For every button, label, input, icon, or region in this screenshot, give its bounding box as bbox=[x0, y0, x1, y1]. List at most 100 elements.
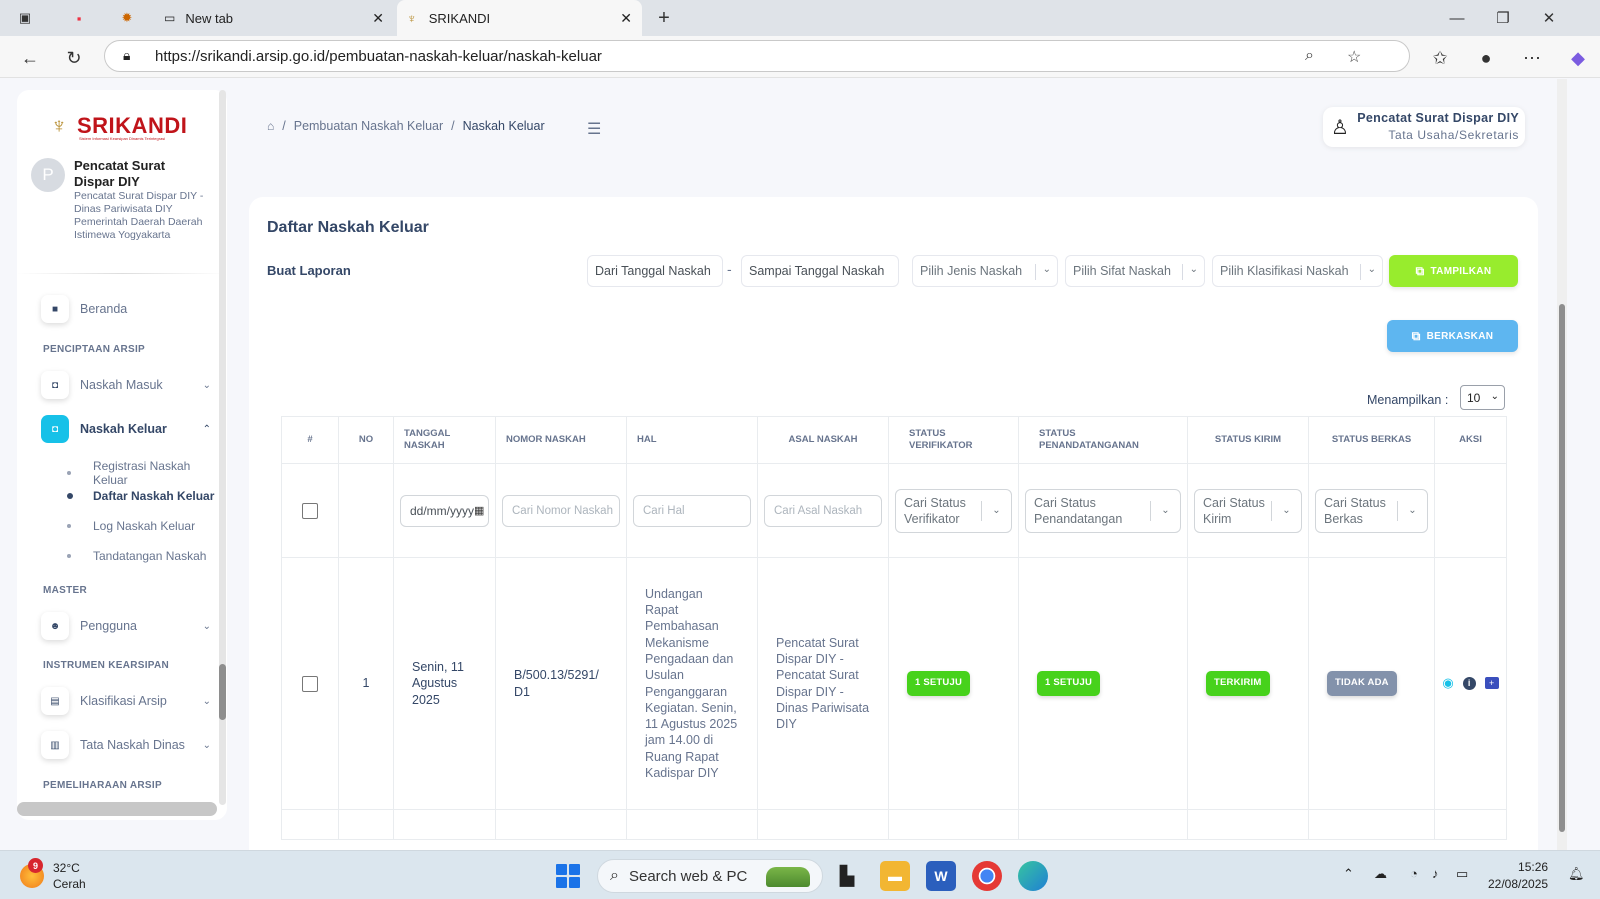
weather-condition: Cerah bbox=[53, 877, 86, 891]
nomor-filter-input[interactable]: Cari Nomor Naskah bbox=[502, 494, 620, 527]
select-all-checkbox[interactable] bbox=[302, 502, 318, 519]
col-header[interactable]: STATUS VERIFIKATOR bbox=[888, 416, 1019, 464]
restore-icon[interactable]: ❐ bbox=[1480, 0, 1526, 36]
sidebar-item-pengguna[interactable]: ☻ Pengguna ⌄ bbox=[41, 610, 221, 642]
from-date-input[interactable]: Dari Tanggal Naskah bbox=[587, 255, 723, 287]
copilot-icon[interactable]: ◆ bbox=[1564, 44, 1592, 72]
show-hidden-icons-icon[interactable]: ⌃ bbox=[1343, 866, 1354, 882]
user-name: Pencatat Surat Dispar DIY bbox=[1357, 111, 1519, 125]
profile-icon[interactable]: ● bbox=[1472, 44, 1500, 72]
onedrive-icon[interactable]: ☁ bbox=[1374, 866, 1387, 882]
kirim-filter-select[interactable]: Cari Status Kirim ⌄ bbox=[1194, 488, 1302, 533]
sidebar-scrollbar-thumb[interactable] bbox=[219, 664, 226, 720]
tab-new-tab[interactable]: ▭ New tab ✕ bbox=[154, 0, 394, 36]
col-header[interactable]: HAL bbox=[626, 416, 758, 464]
jenis-naskah-select[interactable]: Pilih Jenis Naskah ⌄ bbox=[912, 255, 1058, 287]
hamburger-menu-icon[interactable]: ☰ bbox=[587, 119, 601, 139]
outbox-icon: ◘ bbox=[41, 415, 69, 443]
zoom-icon[interactable]: ⌕ bbox=[1305, 47, 1314, 65]
word-icon[interactable]: W bbox=[926, 861, 956, 891]
tampilkan-button[interactable]: ⧉ TAMPILKAN bbox=[1389, 255, 1518, 287]
tanggal-filter-input[interactable]: dd/mm/yyyy ▦ bbox=[400, 494, 489, 527]
volume-icon[interactable]: ♪ bbox=[1432, 866, 1439, 881]
info-icon[interactable]: i bbox=[1462, 676, 1476, 690]
verifikator-filter-select[interactable]: Cari Status Verifikator ⌄ bbox=[895, 488, 1012, 533]
naskah-table: # NO TANGGAL NASKAH NOMOR NASKAH HAL ASA… bbox=[281, 416, 1507, 840]
col-header[interactable]: NOMOR NASKAH bbox=[495, 416, 627, 464]
page-scrollbar-thumb[interactable] bbox=[1559, 304, 1565, 832]
battery-icon[interactable]: ▭ bbox=[1456, 866, 1468, 882]
user-profile-box[interactable]: ♙ Pencatat Surat Dispar DIY Tata Usaha/S… bbox=[1323, 107, 1525, 147]
pinned-tab-icon[interactable]: ✹ bbox=[114, 4, 140, 32]
lock-icon: 🔒︎ bbox=[123, 47, 131, 63]
chevron-down-icon: ⌄ bbox=[1490, 391, 1499, 402]
page-scrollbar[interactable] bbox=[1557, 79, 1567, 850]
sidebar-horizontal-scrollbar[interactable] bbox=[17, 802, 217, 816]
breadcrumb-parent[interactable]: Pembuatan Naskah Keluar bbox=[294, 119, 443, 133]
notification-bell-icon[interactable]: 🔔︎ bbox=[1568, 866, 1585, 882]
sidebar-sub-registrasi[interactable]: Registrasi Naskah Keluar bbox=[67, 459, 227, 487]
sidebar-item-beranda[interactable]: ■ Beranda bbox=[41, 293, 221, 325]
chevron-down-icon: ⌄ bbox=[1359, 264, 1376, 280]
home-icon[interactable]: ⌂ bbox=[267, 119, 274, 133]
close-tab-icon[interactable]: ✕ bbox=[372, 10, 384, 27]
to-date-input[interactable]: Sampai Tanggal Naskah bbox=[741, 255, 899, 287]
chrome-icon[interactable] bbox=[972, 861, 1002, 891]
chevron-down-icon: ⌄ bbox=[981, 500, 1011, 521]
favorites-icon[interactable]: ✩ bbox=[1426, 44, 1454, 72]
add-folder-icon[interactable]: + bbox=[1484, 677, 1499, 690]
garuda-emblem-icon: ♆ bbox=[50, 113, 68, 138]
sifat-naskah-select[interactable]: Pilih Sifat Naskah ⌄ bbox=[1065, 255, 1205, 287]
calendar-icon[interactable]: ▦ bbox=[474, 504, 484, 517]
system-clock[interactable]: 15:26 22/08/2025 bbox=[1488, 859, 1548, 893]
sidebar-sub-log[interactable]: Log Naskah Keluar bbox=[67, 519, 195, 533]
sidebar-toggle-icon[interactable]: ▣ bbox=[12, 4, 38, 32]
users-icon: ☻ bbox=[41, 612, 69, 640]
pinned-tab-icon[interactable]: ▪ bbox=[66, 4, 92, 32]
reload-icon[interactable]: ↻ bbox=[60, 44, 88, 72]
tab-srikandi[interactable]: ♆ SRIKANDI ✕ bbox=[397, 0, 642, 36]
chevron-down-icon: ⌄ bbox=[202, 695, 211, 707]
sidebar-sub-daftar-naskah-keluar[interactable]: Daftar Naskah Keluar bbox=[67, 489, 214, 503]
wifi-icon[interactable]: ◔ bbox=[1410, 866, 1418, 881]
chevron-down-icon: ⌄ bbox=[1397, 500, 1427, 521]
col-header[interactable]: STATUS KIRIM bbox=[1187, 416, 1309, 464]
sidebar-item-tata-naskah-dinas[interactable]: ▥ Tata Naskah Dinas ⌄ bbox=[41, 729, 221, 761]
more-menu-icon[interactable]: ⋯ bbox=[1518, 44, 1546, 72]
sidebar-item-naskah-keluar[interactable]: ◘ Naskah Keluar ⌃ bbox=[41, 413, 221, 445]
sidebar-item-naskah-masuk[interactable]: ◘ Naskah Masuk ⌄ bbox=[41, 369, 221, 401]
close-tab-icon[interactable]: ✕ bbox=[620, 10, 632, 27]
back-arrow-icon[interactable]: ← bbox=[16, 44, 44, 72]
sun-icon: 9 bbox=[20, 858, 44, 888]
asal-filter-input[interactable]: Cari Asal Naskah bbox=[764, 494, 882, 527]
col-header[interactable]: TANGGAL NASKAH bbox=[393, 416, 496, 464]
favorite-star-icon[interactable]: ☆ bbox=[1347, 47, 1361, 67]
status-badge: TERKIRIM bbox=[1206, 671, 1270, 696]
status-badge: 1 SETUJU bbox=[1037, 671, 1101, 696]
weather-widget[interactable]: 9 32°C Cerah bbox=[20, 858, 86, 892]
edge-icon[interactable] bbox=[1018, 861, 1048, 891]
sidebar-item-klasifikasi-arsip[interactable]: ▤ Klasifikasi Arsip ⌄ bbox=[41, 685, 221, 717]
col-header[interactable]: STATUS PENANDATANGANAN bbox=[1018, 416, 1188, 464]
window-close-icon[interactable]: ✕ bbox=[1526, 0, 1572, 36]
task-view-icon[interactable]: ▙ bbox=[832, 861, 862, 891]
taskbar-search[interactable]: ⌕ Search web & PC bbox=[597, 859, 823, 893]
row-checkbox[interactable] bbox=[302, 675, 318, 692]
penandatangan-filter-select[interactable]: Cari Status Penandatangan ⌄ bbox=[1025, 488, 1181, 533]
file-explorer-icon[interactable]: ▬ bbox=[880, 861, 910, 891]
berkas-filter-select[interactable]: Cari Status Berkas ⌄ bbox=[1315, 488, 1428, 533]
book-icon: ▥ bbox=[41, 731, 69, 759]
col-header[interactable]: ASAL NASKAH bbox=[757, 416, 889, 464]
page-size-select[interactable]: 10 ⌄ bbox=[1460, 385, 1505, 410]
minimize-icon[interactable]: — bbox=[1434, 0, 1480, 36]
sidebar-sub-tandatangan[interactable]: Tandatangan Naskah bbox=[67, 549, 206, 563]
view-eye-icon[interactable]: ◉ bbox=[1442, 675, 1453, 691]
hal-filter-input[interactable]: Cari Hal bbox=[633, 494, 751, 527]
windows-start-icon[interactable] bbox=[556, 864, 580, 888]
new-tab-plus-icon[interactable]: + bbox=[650, 4, 678, 32]
section-pemeliharaan-arsip: PEMELIHARAAN ARSIP bbox=[43, 780, 162, 791]
berkaskan-button[interactable]: ⧉ BERKASKAN bbox=[1387, 320, 1518, 352]
col-header[interactable]: STATUS BERKAS bbox=[1308, 416, 1435, 464]
url-field[interactable]: 🔒︎ https://srikandi.arsip.go.id/pembuata… bbox=[104, 40, 1410, 72]
klasifikasi-naskah-select[interactable]: Pilih Klasifikasi Naskah ⌄ bbox=[1212, 255, 1383, 287]
